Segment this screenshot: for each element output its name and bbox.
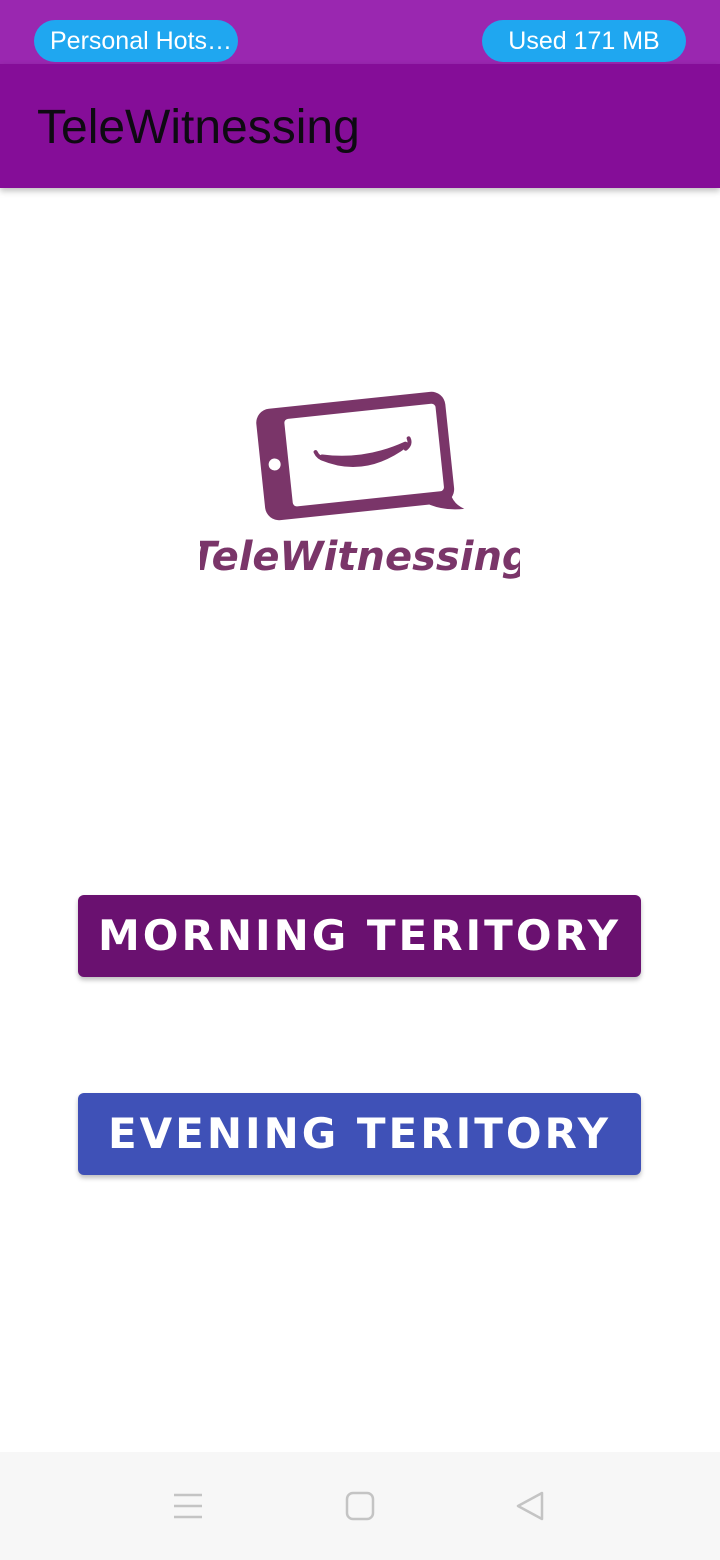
- page-title: TeleWitnessing: [37, 101, 360, 154]
- data-usage-indicator[interactable]: Used 171 MB: [482, 20, 686, 62]
- menu-icon[interactable]: [162, 1480, 214, 1532]
- back-icon[interactable]: [504, 1480, 556, 1532]
- navigation-bar: [0, 1452, 720, 1560]
- morning-territory-button[interactable]: MORNING TERITORY: [78, 895, 641, 977]
- home-icon[interactable]: [334, 1480, 386, 1532]
- status-bar: Personal Hots… Used 171 MB: [0, 0, 720, 64]
- hotspot-indicator[interactable]: Personal Hots…: [34, 20, 238, 62]
- logo-text: TeleWitnessing: [200, 534, 520, 580]
- app-logo: TeleWitnessing: [189, 384, 531, 584]
- smiling-phone-chat-icon: TeleWitnessing: [189, 391, 531, 580]
- app-bar: TeleWitnessing: [0, 64, 720, 188]
- evening-territory-button[interactable]: EVENING TERITORY: [78, 1093, 641, 1175]
